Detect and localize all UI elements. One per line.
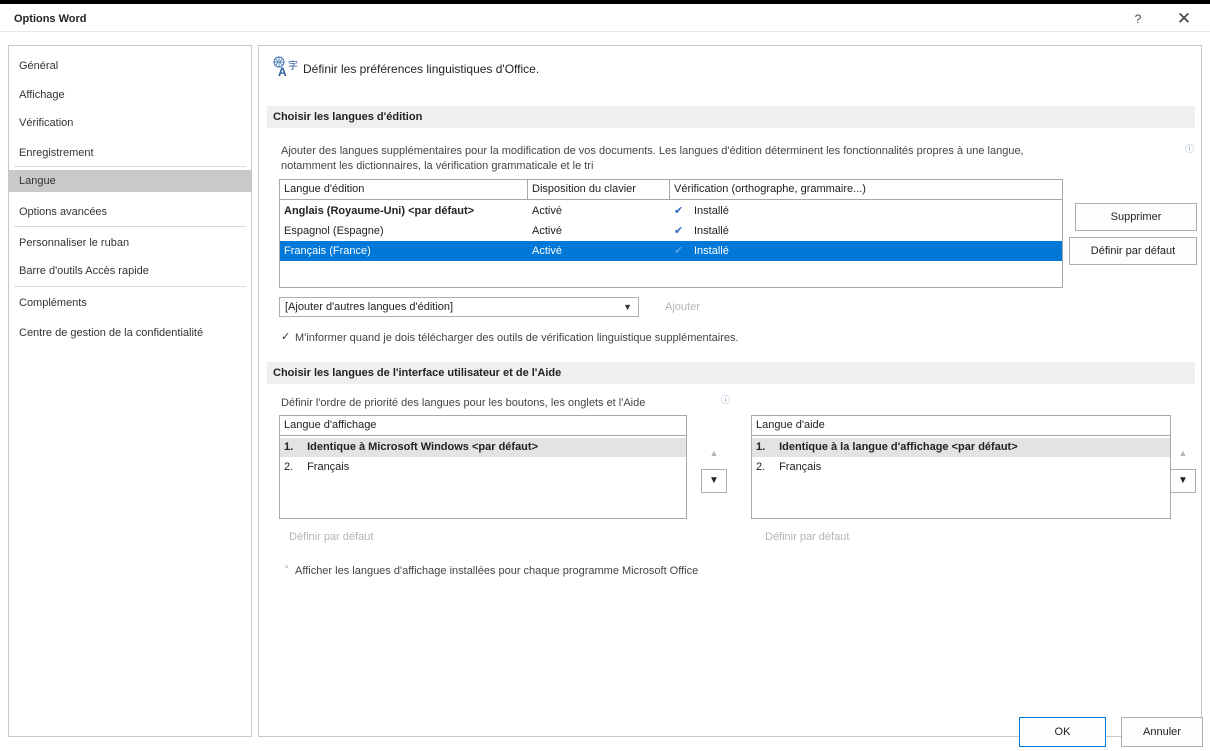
row-keyboard: Activé <box>532 225 562 237</box>
svg-text:字: 字 <box>288 59 298 72</box>
set-default-button[interactable]: Définir par défaut <box>1069 237 1197 265</box>
sidebar: Général Affichage Vérification Enregistr… <box>8 45 252 737</box>
help-language-header: Langue d'aide <box>752 416 1170 436</box>
section-editing-languages: Choisir les langues d'édition <box>267 106 1195 128</box>
interface-description: Définir l'ordre de priorité des langues … <box>281 397 646 409</box>
row-proofing: Installé <box>694 245 729 257</box>
list-item[interactable]: 1. Identique à la langue d'affichage <pa… <box>752 438 1170 457</box>
sidebar-item-quick-access[interactable]: Barre d'outils Accès rapide <box>9 260 251 282</box>
move-down-display-button[interactable]: ▼ <box>701 469 727 493</box>
table-row[interactable]: Espagnol (Espagne) Activé ✔ Installé <box>280 221 1062 241</box>
list-item[interactable]: 1. Identique à Microsoft Windows <par dé… <box>280 438 686 457</box>
info-icon: ⓘ <box>1185 144 1195 154</box>
check-icon: ✔ <box>674 245 684 257</box>
help-button[interactable]: ? <box>1124 12 1152 32</box>
row-language: Espagnol (Espagne) <box>284 225 384 237</box>
sidebar-divider <box>14 286 246 287</box>
sidebar-item-display[interactable]: Affichage <box>9 84 251 106</box>
sidebar-item-save[interactable]: Enregistrement <box>9 142 251 164</box>
row-keyboard: Activé <box>532 245 562 257</box>
page-heading: Définir les préférences linguistiques d'… <box>303 62 540 76</box>
list-item-number: 2. <box>756 461 766 473</box>
list-item-label: Identique à la langue d'affichage <par d… <box>779 441 1018 453</box>
column-header-keyboard[interactable]: Disposition du clavier <box>528 180 670 200</box>
move-up-help-button[interactable]: ▲ <box>1170 448 1196 458</box>
list-item[interactable]: 2. Français <box>752 458 1170 477</box>
display-language-header: Langue d'affichage <box>280 416 686 436</box>
add-language-combo[interactable]: [Ajouter d'autres langues d'édition] ▼ <box>279 297 639 317</box>
sidebar-item-language[interactable]: Langue <box>9 170 251 192</box>
row-proofing: Installé <box>694 205 729 217</box>
check-icon: ✔ <box>674 205 684 217</box>
display-set-default-link[interactable]: Définir par défaut <box>289 531 373 543</box>
list-item-label: Français <box>779 461 822 473</box>
row-proofing: Installé <box>694 225 729 237</box>
content-panel: A 字 Définir les préférences linguistique… <box>258 45 1202 737</box>
show-installed-label: Afficher les langues d'affichage install… <box>295 565 699 577</box>
row-language: Anglais (Royaume-Uni) <par défaut> <box>284 205 475 217</box>
row-keyboard: Activé <box>532 205 562 217</box>
language-icon: A 字 <box>273 56 298 78</box>
check-icon: ✔ <box>674 225 684 237</box>
editing-languages-table: Langue d'édition Disposition du clavier … <box>279 179 1063 288</box>
sidebar-divider <box>14 166 246 167</box>
sidebar-item-advanced[interactable]: Options avancées <box>9 201 251 223</box>
move-up-display-button[interactable]: ▲ <box>701 448 727 458</box>
notify-checkbox[interactable]: ✓ <box>281 330 290 343</box>
list-item-number: 2. <box>284 461 294 473</box>
ok-button[interactable]: OK <box>1019 717 1106 747</box>
info-icon: ⓘ <box>721 395 731 405</box>
help-set-default-link[interactable]: Définir par défaut <box>765 531 849 543</box>
add-language-button[interactable]: Ajouter <box>665 301 700 313</box>
sidebar-item-proofing[interactable]: Vérification <box>9 112 251 134</box>
notify-label: M'informer quand je dois télécharger des… <box>295 332 739 344</box>
list-item[interactable]: 2. Français <box>280 458 686 477</box>
editing-description-line2: notamment les dictionnaires, la vérifica… <box>281 160 594 172</box>
close-button[interactable]: ✕ <box>1170 9 1198 29</box>
display-language-list: Langue d'affichage 1. Identique à Micros… <box>279 415 687 519</box>
table-row[interactable]: Anglais (Royaume-Uni) <par défaut> Activ… <box>280 201 1062 221</box>
move-down-help-button[interactable]: ▼ <box>1170 469 1196 493</box>
list-item-label: Français <box>307 461 350 473</box>
svg-text:A: A <box>278 65 287 78</box>
sidebar-item-customize-ribbon[interactable]: Personnaliser le ruban <box>9 232 251 254</box>
cancel-button[interactable]: Annuler <box>1121 717 1203 747</box>
remove-button[interactable]: Supprimer <box>1075 203 1197 231</box>
window-title: Options Word <box>14 13 87 25</box>
add-language-combo-value: [Ajouter d'autres langues d'édition] <box>285 301 454 313</box>
editing-description-line1: Ajouter des langues supplémentaires pour… <box>281 145 1024 157</box>
section-interface-languages: Choisir les langues de l'interface utili… <box>267 362 1195 384</box>
sidebar-item-addins[interactable]: Compléments <box>9 292 251 314</box>
list-item-label: Identique à Microsoft Windows <par défau… <box>307 441 538 453</box>
list-item-number: 1. <box>756 441 766 453</box>
sidebar-item-trust-center[interactable]: Centre de gestion de la confidentialité <box>9 322 251 344</box>
column-header-language[interactable]: Langue d'édition <box>280 180 528 200</box>
title-bar: Options Word ? ✕ <box>0 4 1210 32</box>
sidebar-item-general[interactable]: Général <box>9 55 251 77</box>
show-installed-checkbox[interactable]: ▫ <box>285 562 289 573</box>
row-language: Français (France) <box>284 245 371 257</box>
column-header-proofing[interactable]: Vérification (orthographe, grammaire...) <box>670 180 1062 200</box>
table-row[interactable]: Français (France) Activé ✔ Installé <box>280 241 1062 261</box>
chevron-down-icon: ▼ <box>623 302 632 312</box>
sidebar-divider <box>14 226 246 227</box>
help-language-list: Langue d'aide 1. Identique à la langue d… <box>751 415 1171 519</box>
list-item-number: 1. <box>284 441 294 453</box>
